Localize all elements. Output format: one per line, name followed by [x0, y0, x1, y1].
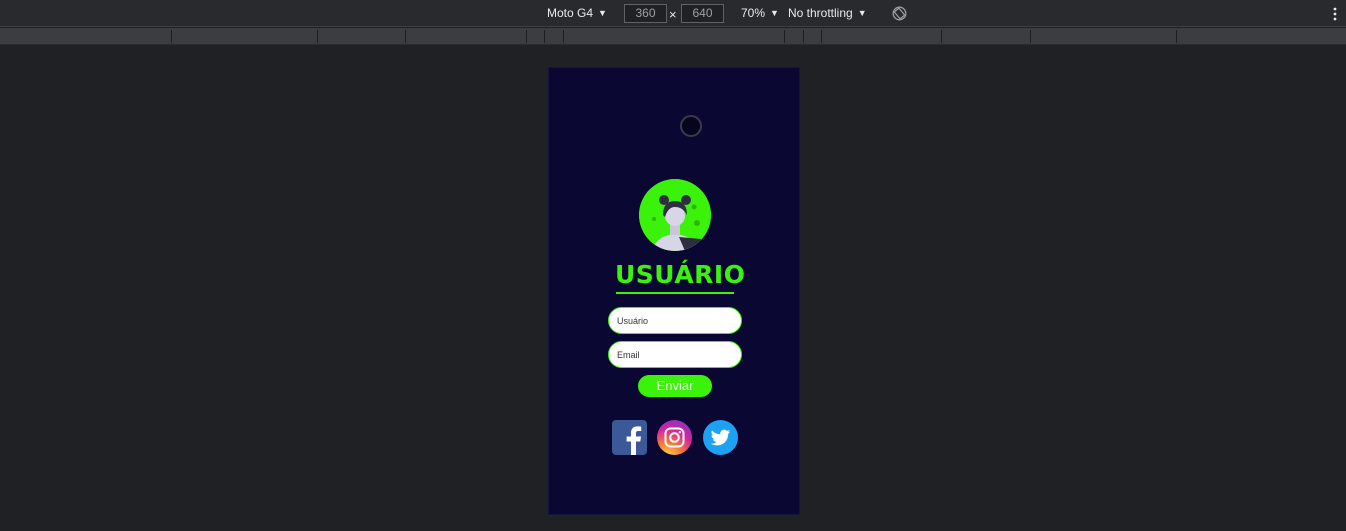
camera-notch-icon: [680, 115, 702, 137]
device-toolbar: Moto G4 ▼ 360 × 640 70% ▼ No throttling ▼: [0, 0, 1346, 27]
height-input[interactable]: 640: [681, 4, 724, 23]
media-query-marker[interactable]: [544, 30, 545, 43]
instagram-icon[interactable]: [657, 420, 692, 455]
submit-button[interactable]: Enviar: [638, 375, 712, 397]
device-viewport: USUÁRIO Enviar: [548, 67, 800, 515]
media-query-marker[interactable]: [784, 30, 785, 43]
throttling-select[interactable]: No throttling ▼: [788, 0, 867, 27]
device-select-label: Moto G4: [547, 6, 594, 20]
chevron-down-icon: ▼: [857, 8, 867, 18]
zoom-select-label: 70%: [741, 6, 766, 20]
media-query-marker[interactable]: [821, 30, 822, 43]
throttling-select-label: No throttling: [788, 6, 853, 20]
email-input[interactable]: [608, 341, 742, 368]
title-underline: [616, 292, 734, 294]
more-vert-icon[interactable]: [1330, 6, 1340, 22]
width-input[interactable]: 360: [624, 4, 667, 23]
zoom-select[interactable]: 70% ▼: [741, 0, 779, 27]
media-query-marker[interactable]: [1030, 30, 1031, 43]
media-query-marker[interactable]: [941, 30, 942, 43]
media-query-marker[interactable]: [317, 30, 318, 43]
media-query-marker[interactable]: [171, 30, 172, 43]
chevron-down-icon: ▼: [770, 8, 779, 18]
media-query-marker[interactable]: [803, 30, 804, 43]
page-title: USUÁRIO: [615, 260, 746, 289]
media-query-marker[interactable]: [526, 30, 527, 43]
avatar: [639, 179, 711, 251]
device-select[interactable]: Moto G4 ▼: [547, 0, 607, 27]
media-query-marker[interactable]: [405, 30, 406, 43]
media-query-bar[interactable]: [0, 28, 1346, 45]
media-query-marker[interactable]: [563, 30, 564, 43]
twitter-icon[interactable]: [703, 420, 738, 455]
chevron-down-icon: ▼: [598, 8, 607, 18]
user-avatar-icon: [639, 179, 711, 251]
dimension-separator: ×: [669, 7, 677, 22]
media-query-marker[interactable]: [1176, 30, 1177, 43]
username-input[interactable]: [608, 307, 742, 334]
facebook-icon[interactable]: [612, 420, 647, 455]
rotate-icon[interactable]: [892, 6, 907, 21]
